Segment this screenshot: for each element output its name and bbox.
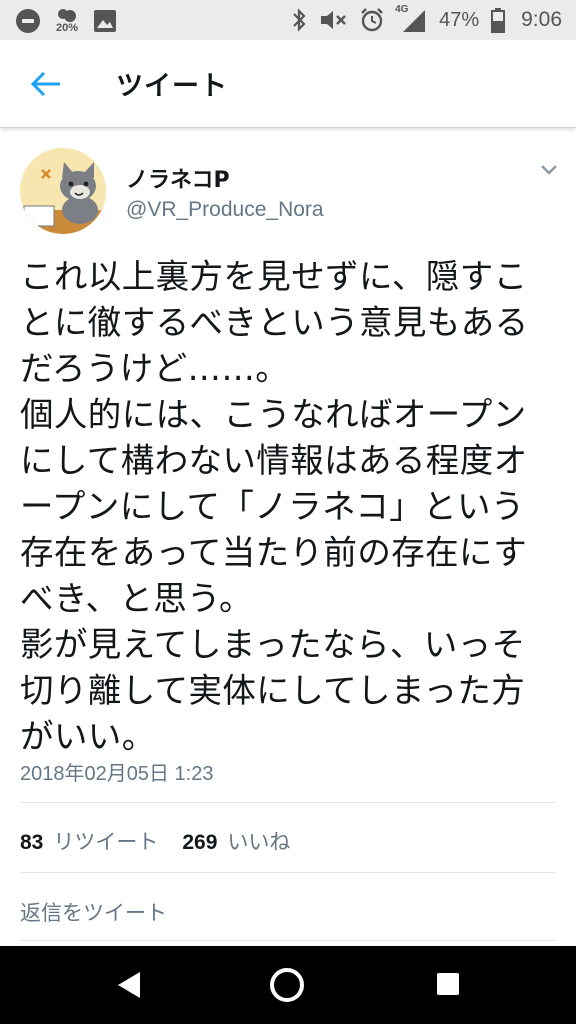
avatar[interactable] (20, 148, 106, 234)
like-label[interactable]: いいね (227, 826, 290, 856)
mute-icon (321, 11, 346, 29)
display-name[interactable]: ノラネコP (126, 162, 230, 194)
chevron-down-icon[interactable] (540, 164, 558, 176)
status-bar-left: 20% (16, 7, 116, 35)
bluetooth-icon (293, 8, 306, 32)
alarm-icon (361, 8, 383, 32)
nav-back-icon[interactable] (116, 970, 142, 1000)
tweet-text: これ以上裏方を見せずに、隠すことに徹するべきという意見もあるだろうけど……。 個… (20, 257, 529, 756)
divider (20, 940, 556, 941)
weather-icon: 20% (54, 7, 80, 35)
photo-icon (94, 10, 116, 32)
tweet-author[interactable]: ノラネコP @VR_Produce_Nora (20, 148, 560, 238)
retweet-count[interactable]: 83 (20, 831, 43, 855)
tweet-timestamp: 2018年02月05日 1:23 (20, 763, 214, 785)
page-title: ツイート (116, 71, 228, 102)
status-clock: 9:06 (521, 8, 562, 31)
battery-percentage: 47% (439, 8, 480, 31)
weather-temperature: 20% (56, 22, 79, 34)
retweet-label[interactable]: リツイート (53, 826, 158, 856)
do-not-disturb-icon (16, 9, 40, 33)
status-bar-right: 4G 47% 9:06 (291, 4, 562, 34)
nav-home-icon[interactable] (270, 968, 304, 1002)
divider (20, 872, 556, 873)
username[interactable]: @VR_Produce_Nora (126, 198, 324, 222)
app-header: ツイート (0, 40, 576, 128)
navigation-bar (0, 946, 576, 1024)
divider (20, 802, 556, 803)
back-arrow-icon[interactable] (30, 70, 62, 98)
status-bar: 20% 4G 47% 9:06 (0, 0, 576, 40)
like-count[interactable]: 269 (182, 831, 217, 855)
reply-input[interactable]: 返信をツイート (20, 897, 167, 927)
tweet-stats: 83 リツイート 269 いいね (20, 826, 304, 856)
nav-recents-icon[interactable] (437, 973, 459, 995)
signal-icon: 4G (395, 4, 427, 34)
battery-icon (491, 8, 506, 33)
